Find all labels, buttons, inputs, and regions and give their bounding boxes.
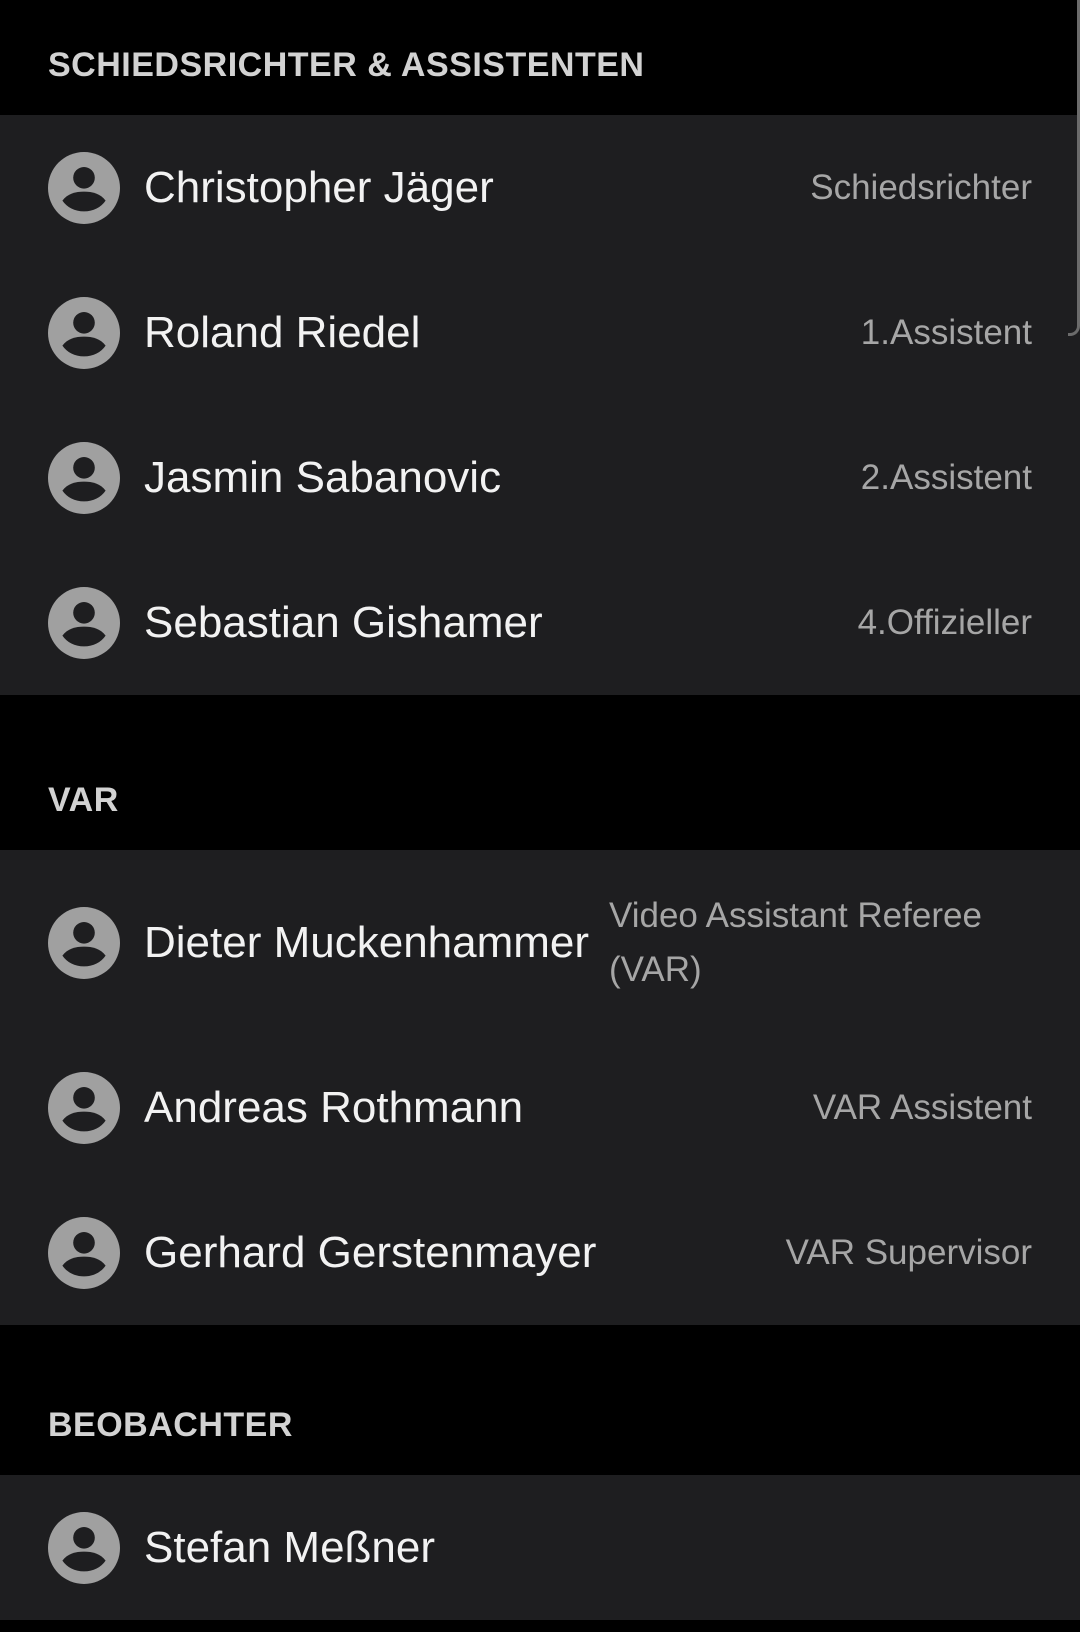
person-row[interactable]: Jasmin Sabanovic 2.Assistent [0,405,1080,550]
person-circle-icon [48,586,120,659]
person-role: 4.Offizieller [857,602,1032,642]
person-name: Jasmin Sabanovic [144,452,502,502]
officials-screen: SCHIEDSRICHTER & ASSISTENTEN Christopher… [0,0,1080,1632]
person-circle-icon [48,906,120,979]
person-role: 1.Assistent [860,312,1032,352]
person-row[interactable]: Gerhard Gerstenmayer VAR Supervisor [0,1180,1080,1325]
scrollbar[interactable] [1068,0,1080,336]
person-circle-icon [48,1071,120,1144]
person-role: VAR Supervisor [785,1232,1032,1272]
section-title: BEOBACHTER [48,1406,293,1444]
person-circle-icon [48,151,120,224]
person-row[interactable]: Andreas Rothmann VAR Assistent [0,1035,1080,1180]
person-name: Dieter Muckenhammer [144,917,590,967]
person-circle-icon [48,296,120,369]
person-role: 2.Assistent [860,457,1032,497]
section-spacer [0,695,1080,755]
section-list-referees: Christopher Jäger Schiedsrichter Roland … [0,115,1080,695]
person-name: Sebastian Gishamer [144,597,543,647]
section-header-observers: BEOBACHTER [0,1385,1080,1475]
section-title: SCHIEDSRICHTER & ASSISTENTEN [48,46,645,84]
person-circle-icon [48,1511,120,1584]
section-header-referees: SCHIEDSRICHTER & ASSISTENTEN [0,0,1080,115]
section-header-var: VAR [0,755,1080,850]
section-title: VAR [48,781,119,819]
person-row[interactable]: Roland Riedel 1.Assistent [0,260,1080,405]
section-list-var: Dieter Muckenhammer Video Assistant Refe… [0,850,1080,1325]
person-name: Christopher Jäger [144,162,494,212]
person-name: Stefan Meßner [144,1522,436,1572]
section-list-observers: Stefan Meßner [0,1475,1080,1620]
person-row[interactable]: Christopher Jäger Schiedsrichter [0,115,1080,260]
person-circle-icon [48,1216,120,1289]
person-role: Video Assistant Referee (VAR) [609,895,982,989]
section-spacer [0,1325,1080,1385]
person-name: Roland Riedel [144,307,421,357]
person-role: VAR Assistent [812,1087,1032,1127]
person-circle-icon [48,441,120,514]
person-row[interactable]: Stefan Meßner [0,1475,1080,1620]
person-name: Andreas Rothmann [144,1082,524,1132]
person-name: Gerhard Gerstenmayer [144,1227,597,1277]
person-row[interactable]: Dieter Muckenhammer Video Assistant Refe… [0,850,1080,1035]
person-row[interactable]: Sebastian Gishamer 4.Offizieller [0,550,1080,695]
person-role: Schiedsrichter [810,167,1032,207]
